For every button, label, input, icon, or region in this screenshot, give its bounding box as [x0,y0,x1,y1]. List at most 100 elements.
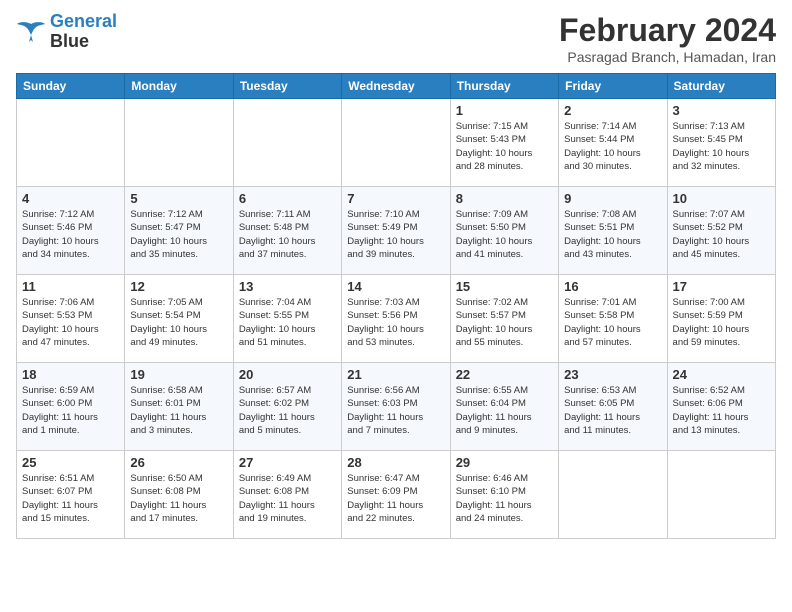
calendar-week-row: 25 Sunrise: 6:51 AM Sunset: 6:07 PM Dayli… [17,451,776,539]
weekday-header: Monday [125,74,233,99]
day-number: 28 [347,455,444,470]
weekday-header: Wednesday [342,74,450,99]
day-info: Sunrise: 6:52 AM Sunset: 6:06 PM Dayligh… [673,384,770,437]
calendar-cell [342,99,450,187]
calendar-week-row: 4 Sunrise: 7:12 AM Sunset: 5:46 PM Daylig… [17,187,776,275]
calendar-cell: 17Sunrise: 7:00 AM Sunset: 5:59 PM Dayli… [667,275,775,363]
day-number: 4 [22,191,119,206]
day-info: Sunrise: 6:59 AM Sunset: 6:00 PM Dayligh… [22,384,119,437]
day-info: Sunrise: 7:03 AM Sunset: 5:56 PM Dayligh… [347,296,444,349]
day-number: 19 [130,367,227,382]
calendar-cell: 13Sunrise: 7:04 AM Sunset: 5:55 PM Dayli… [233,275,341,363]
day-number: 24 [673,367,770,382]
day-info: Sunrise: 6:51 AM Sunset: 6:07 PM Dayligh… [22,472,119,525]
day-info: Sunrise: 7:15 AM Sunset: 5:43 PM Dayligh… [456,120,553,173]
day-number: 22 [456,367,553,382]
calendar-cell: 28 Sunrise: 6:47 AM Sunset: 6:09 PM Dayli… [342,451,450,539]
day-info: Sunrise: 6:58 AM Sunset: 6:01 PM Dayligh… [130,384,227,437]
day-info: Sunrise: 7:02 AM Sunset: 5:57 PM Dayligh… [456,296,553,349]
weekday-header: Friday [559,74,667,99]
calendar-cell [559,451,667,539]
location-subtitle: Pasragad Branch, Hamadan, Iran [559,49,776,65]
weekday-header: Saturday [667,74,775,99]
day-number: 1 [456,103,553,118]
calendar-cell: 25 Sunrise: 6:51 AM Sunset: 6:07 PM Dayli… [17,451,125,539]
logo-line2: Blue [50,32,117,52]
calendar-cell: 6 Sunrise: 7:11 AM Sunset: 5:48 PM Daylig… [233,187,341,275]
calendar-cell: 14 Sunrise: 7:03 AM Sunset: 5:56 PM Dayli… [342,275,450,363]
page: General Blue February 2024 Pasragad Bran… [0,0,792,612]
day-info: Sunrise: 7:05 AM Sunset: 5:54 PM Dayligh… [130,296,227,349]
day-number: 16 [564,279,661,294]
calendar-cell: 29Sunrise: 6:46 AM Sunset: 6:10 PM Dayli… [450,451,558,539]
day-number: 25 [22,455,119,470]
day-number: 6 [239,191,336,206]
day-info: Sunrise: 7:12 AM Sunset: 5:46 PM Dayligh… [22,208,119,261]
day-number: 18 [22,367,119,382]
calendar-cell: 22Sunrise: 6:55 AM Sunset: 6:04 PM Dayli… [450,363,558,451]
day-info: Sunrise: 7:04 AM Sunset: 5:55 PM Dayligh… [239,296,336,349]
day-number: 2 [564,103,661,118]
calendar-cell: 4 Sunrise: 7:12 AM Sunset: 5:46 PM Daylig… [17,187,125,275]
title-block: February 2024 Pasragad Branch, Hamadan, … [559,12,776,65]
calendar-week-row: 18 Sunrise: 6:59 AM Sunset: 6:00 PM Dayli… [17,363,776,451]
calendar-cell [233,99,341,187]
day-number: 10 [673,191,770,206]
calendar-week-row: 11 Sunrise: 7:06 AM Sunset: 5:53 PM Dayli… [17,275,776,363]
day-info: Sunrise: 7:06 AM Sunset: 5:53 PM Dayligh… [22,296,119,349]
calendar-cell: 23 Sunrise: 6:53 AM Sunset: 6:05 PM Dayli… [559,363,667,451]
day-number: 21 [347,367,444,382]
day-number: 12 [130,279,227,294]
day-info: Sunrise: 6:53 AM Sunset: 6:05 PM Dayligh… [564,384,661,437]
day-info: Sunrise: 7:10 AM Sunset: 5:49 PM Dayligh… [347,208,444,261]
calendar-cell: 24 Sunrise: 6:52 AM Sunset: 6:06 PM Dayli… [667,363,775,451]
weekday-header-row: SundayMondayTuesdayWednesdayThursdayFrid… [17,74,776,99]
calendar-cell: 16 Sunrise: 7:01 AM Sunset: 5:58 PM Dayli… [559,275,667,363]
logo-icon [16,20,46,44]
calendar-cell: 9Sunrise: 7:08 AM Sunset: 5:51 PM Daylig… [559,187,667,275]
month-title: February 2024 [559,12,776,49]
day-number: 8 [456,191,553,206]
day-number: 5 [130,191,227,206]
day-number: 17 [673,279,770,294]
day-number: 26 [130,455,227,470]
day-number: 23 [564,367,661,382]
day-info: Sunrise: 7:12 AM Sunset: 5:47 PM Dayligh… [130,208,227,261]
calendar-cell: 3Sunrise: 7:13 AM Sunset: 5:45 PM Daylig… [667,99,775,187]
day-info: Sunrise: 7:01 AM Sunset: 5:58 PM Dayligh… [564,296,661,349]
calendar-cell: 8Sunrise: 7:09 AM Sunset: 5:50 PM Daylig… [450,187,558,275]
day-info: Sunrise: 7:11 AM Sunset: 5:48 PM Dayligh… [239,208,336,261]
day-number: 14 [347,279,444,294]
day-info: Sunrise: 6:47 AM Sunset: 6:09 PM Dayligh… [347,472,444,525]
weekday-header: Sunday [17,74,125,99]
day-info: Sunrise: 7:07 AM Sunset: 5:52 PM Dayligh… [673,208,770,261]
calendar-cell [17,99,125,187]
calendar-cell: 21Sunrise: 6:56 AM Sunset: 6:03 PM Dayli… [342,363,450,451]
calendar-cell: 19 Sunrise: 6:58 AM Sunset: 6:01 PM Dayli… [125,363,233,451]
day-number: 27 [239,455,336,470]
calendar-cell: 12 Sunrise: 7:05 AM Sunset: 5:54 PM Dayli… [125,275,233,363]
calendar-cell: 15 Sunrise: 7:02 AM Sunset: 5:57 PM Dayli… [450,275,558,363]
day-number: 20 [239,367,336,382]
day-number: 15 [456,279,553,294]
calendar-cell: 11 Sunrise: 7:06 AM Sunset: 5:53 PM Dayli… [17,275,125,363]
logo-text: General Blue [50,12,117,52]
weekday-header: Tuesday [233,74,341,99]
calendar-cell: 20 Sunrise: 6:57 AM Sunset: 6:02 PM Dayli… [233,363,341,451]
day-info: Sunrise: 6:49 AM Sunset: 6:08 PM Dayligh… [239,472,336,525]
calendar-cell: 1 Sunrise: 7:15 AM Sunset: 5:43 PM Daylig… [450,99,558,187]
day-number: 11 [22,279,119,294]
calendar-cell: 27 Sunrise: 6:49 AM Sunset: 6:08 PM Dayli… [233,451,341,539]
day-number: 7 [347,191,444,206]
calendar-cell: 2 Sunrise: 7:14 AM Sunset: 5:44 PM Daylig… [559,99,667,187]
day-info: Sunrise: 6:57 AM Sunset: 6:02 PM Dayligh… [239,384,336,437]
calendar-cell [125,99,233,187]
calendar-cell: 18 Sunrise: 6:59 AM Sunset: 6:00 PM Dayli… [17,363,125,451]
calendar-cell: 7 Sunrise: 7:10 AM Sunset: 5:49 PM Daylig… [342,187,450,275]
day-info: Sunrise: 7:08 AM Sunset: 5:51 PM Dayligh… [564,208,661,261]
calendar-cell: 26Sunrise: 6:50 AM Sunset: 6:08 PM Dayli… [125,451,233,539]
day-info: Sunrise: 7:14 AM Sunset: 5:44 PM Dayligh… [564,120,661,173]
calendar-cell [667,451,775,539]
calendar-cell: 10 Sunrise: 7:07 AM Sunset: 5:52 PM Dayli… [667,187,775,275]
day-number: 29 [456,455,553,470]
